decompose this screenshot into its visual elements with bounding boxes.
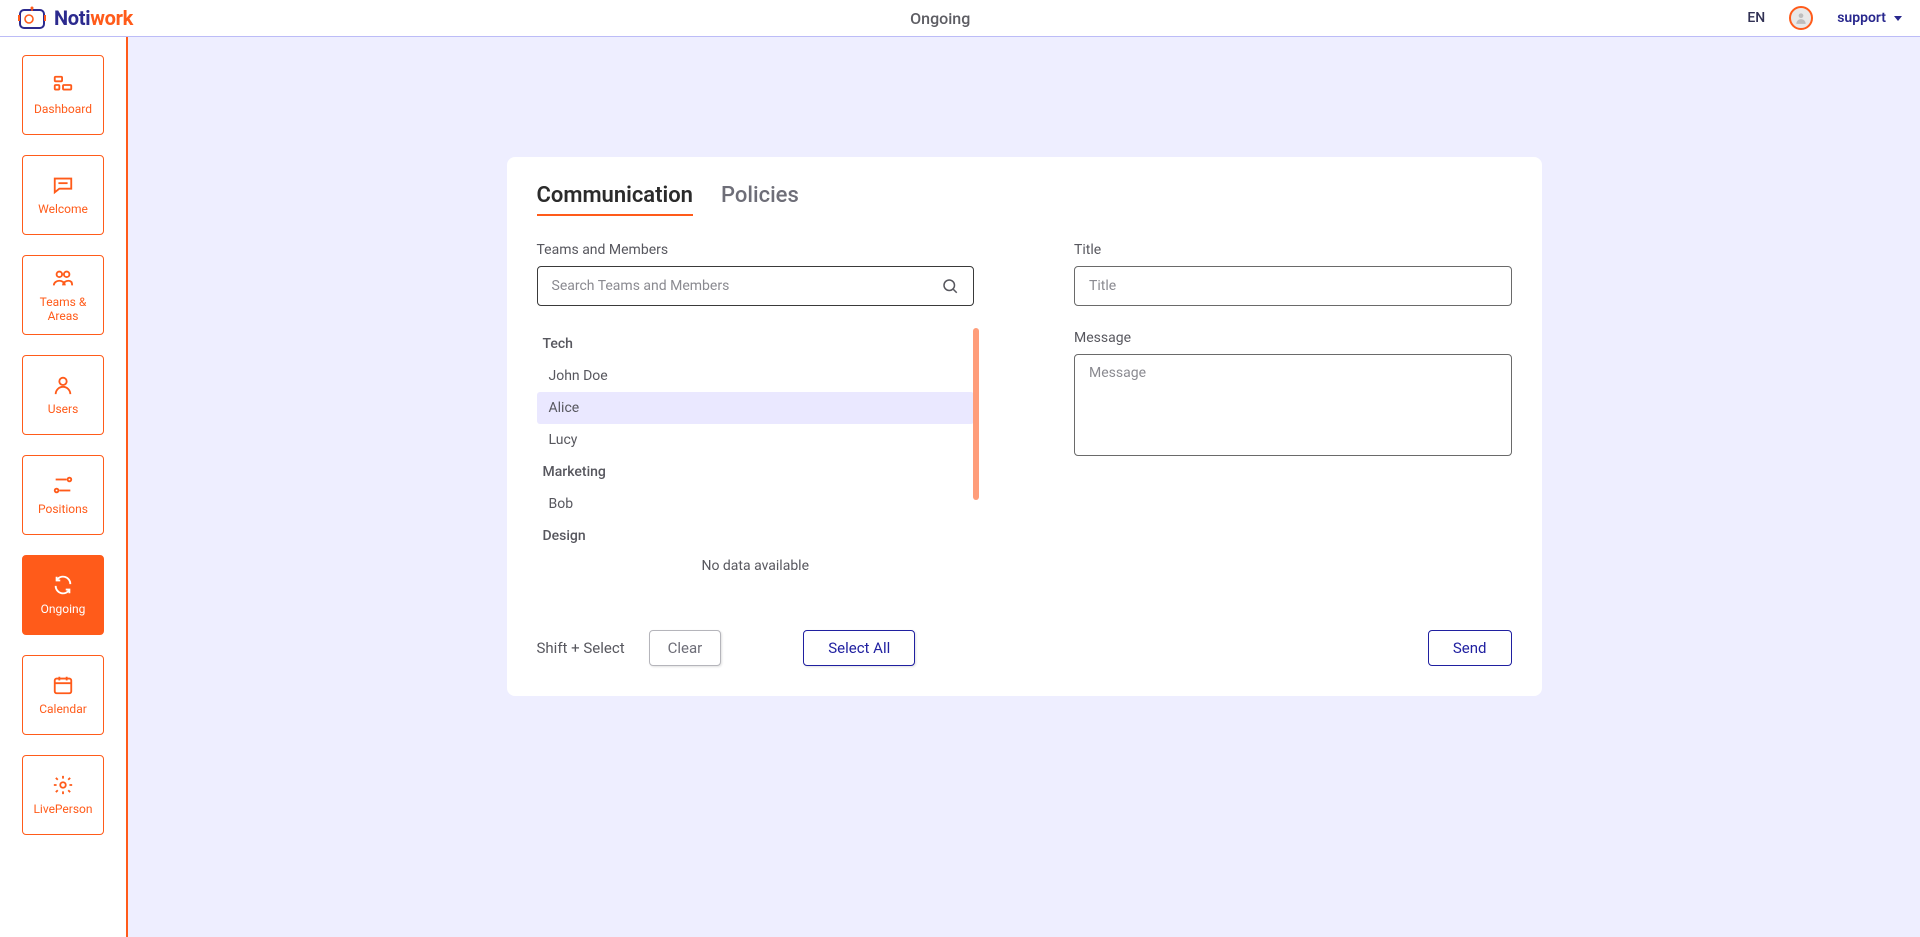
sidebar-item-ongoing[interactable]: Ongoing — [22, 555, 104, 635]
sidebar-item-teams-areas[interactable]: Teams & Areas — [22, 255, 104, 335]
list-item[interactable]: Alice — [537, 392, 975, 424]
content-card: Communication Policies Teams and Members… — [507, 157, 1542, 696]
chevron-down-icon — [1894, 16, 1902, 21]
tab-policies[interactable]: Policies — [721, 183, 799, 216]
sidebar-item-dashboard[interactable]: Dashboard — [22, 55, 104, 135]
sidebar-item-label: Ongoing — [37, 603, 90, 617]
refresh-icon — [51, 573, 75, 597]
user-menu[interactable]: support — [1837, 10, 1902, 26]
teams-list: Tech John Doe Alice Lucy Marketing Bob D… — [537, 328, 975, 578]
calendar-icon — [51, 673, 75, 697]
search-icon — [941, 277, 959, 295]
sidebar-item-positions[interactable]: Positions — [22, 455, 104, 535]
search-input[interactable] — [552, 278, 942, 294]
sidebar: Dashboard Welcome Teams & Areas Users Po — [0, 37, 128, 937]
logo-icon — [18, 6, 46, 30]
sidebar-item-label: Welcome — [34, 203, 92, 217]
sidebar-item-label: Calendar — [35, 703, 91, 717]
logo-text-work: work — [90, 6, 133, 30]
send-button[interactable]: Send — [1428, 630, 1512, 666]
positions-icon — [51, 473, 75, 497]
sidebar-item-users[interactable]: Users — [22, 355, 104, 435]
list-item[interactable]: Bob — [537, 488, 975, 520]
team-name: Tech — [537, 328, 975, 360]
sidebar-item-label: Positions — [34, 503, 92, 517]
logo[interactable]: Notiwork — [18, 6, 133, 30]
sidebar-item-label: Dashboard — [30, 103, 96, 117]
team-name: Design — [537, 520, 975, 552]
sidebar-item-liveperson[interactable]: LivePerson — [22, 755, 104, 835]
language-selector[interactable]: EN — [1747, 10, 1765, 26]
user-icon — [51, 373, 75, 397]
clear-button[interactable]: Clear — [649, 630, 722, 666]
actions-row: Shift + Select Clear Select All Send — [537, 630, 1512, 666]
message-input[interactable] — [1074, 354, 1512, 456]
list-item[interactable]: Lucy — [537, 424, 975, 456]
avatar-icon — [1794, 11, 1808, 25]
main-content: Communication Policies Teams and Members… — [128, 37, 1920, 937]
gear-icon — [51, 773, 75, 797]
shift-select-hint: Shift + Select — [537, 639, 625, 657]
sidebar-item-welcome[interactable]: Welcome — [22, 155, 104, 235]
avatar[interactable] — [1789, 6, 1813, 30]
sidebar-item-label: LivePerson — [29, 803, 96, 817]
search-wrap — [537, 266, 975, 306]
sidebar-item-label: Teams & Areas — [23, 296, 103, 324]
teams-icon — [51, 266, 75, 290]
sidebar-item-calendar[interactable]: Calendar — [22, 655, 104, 735]
scrollbar[interactable] — [973, 328, 979, 500]
logo-text: Notiwork — [54, 6, 133, 30]
teams-members-label: Teams and Members — [537, 242, 975, 258]
team-name: Marketing — [537, 456, 975, 488]
header-bar: Notiwork Ongoing EN support — [0, 0, 1920, 37]
logo-text-noti: Noti — [54, 6, 90, 30]
select-all-button[interactable]: Select All — [803, 630, 915, 666]
tabs: Communication Policies — [537, 183, 1512, 216]
user-name: support — [1837, 10, 1886, 26]
list-item[interactable]: John Doe — [537, 360, 975, 392]
sidebar-item-label: Users — [44, 403, 83, 417]
chat-icon — [51, 173, 75, 197]
tab-communication[interactable]: Communication — [537, 183, 693, 216]
no-data-text: No data available — [537, 558, 975, 574]
title-label: Title — [1074, 242, 1512, 258]
page-title: Ongoing — [133, 9, 1747, 28]
dashboard-icon — [51, 73, 75, 97]
title-input[interactable] — [1074, 266, 1512, 306]
message-label: Message — [1074, 330, 1512, 346]
